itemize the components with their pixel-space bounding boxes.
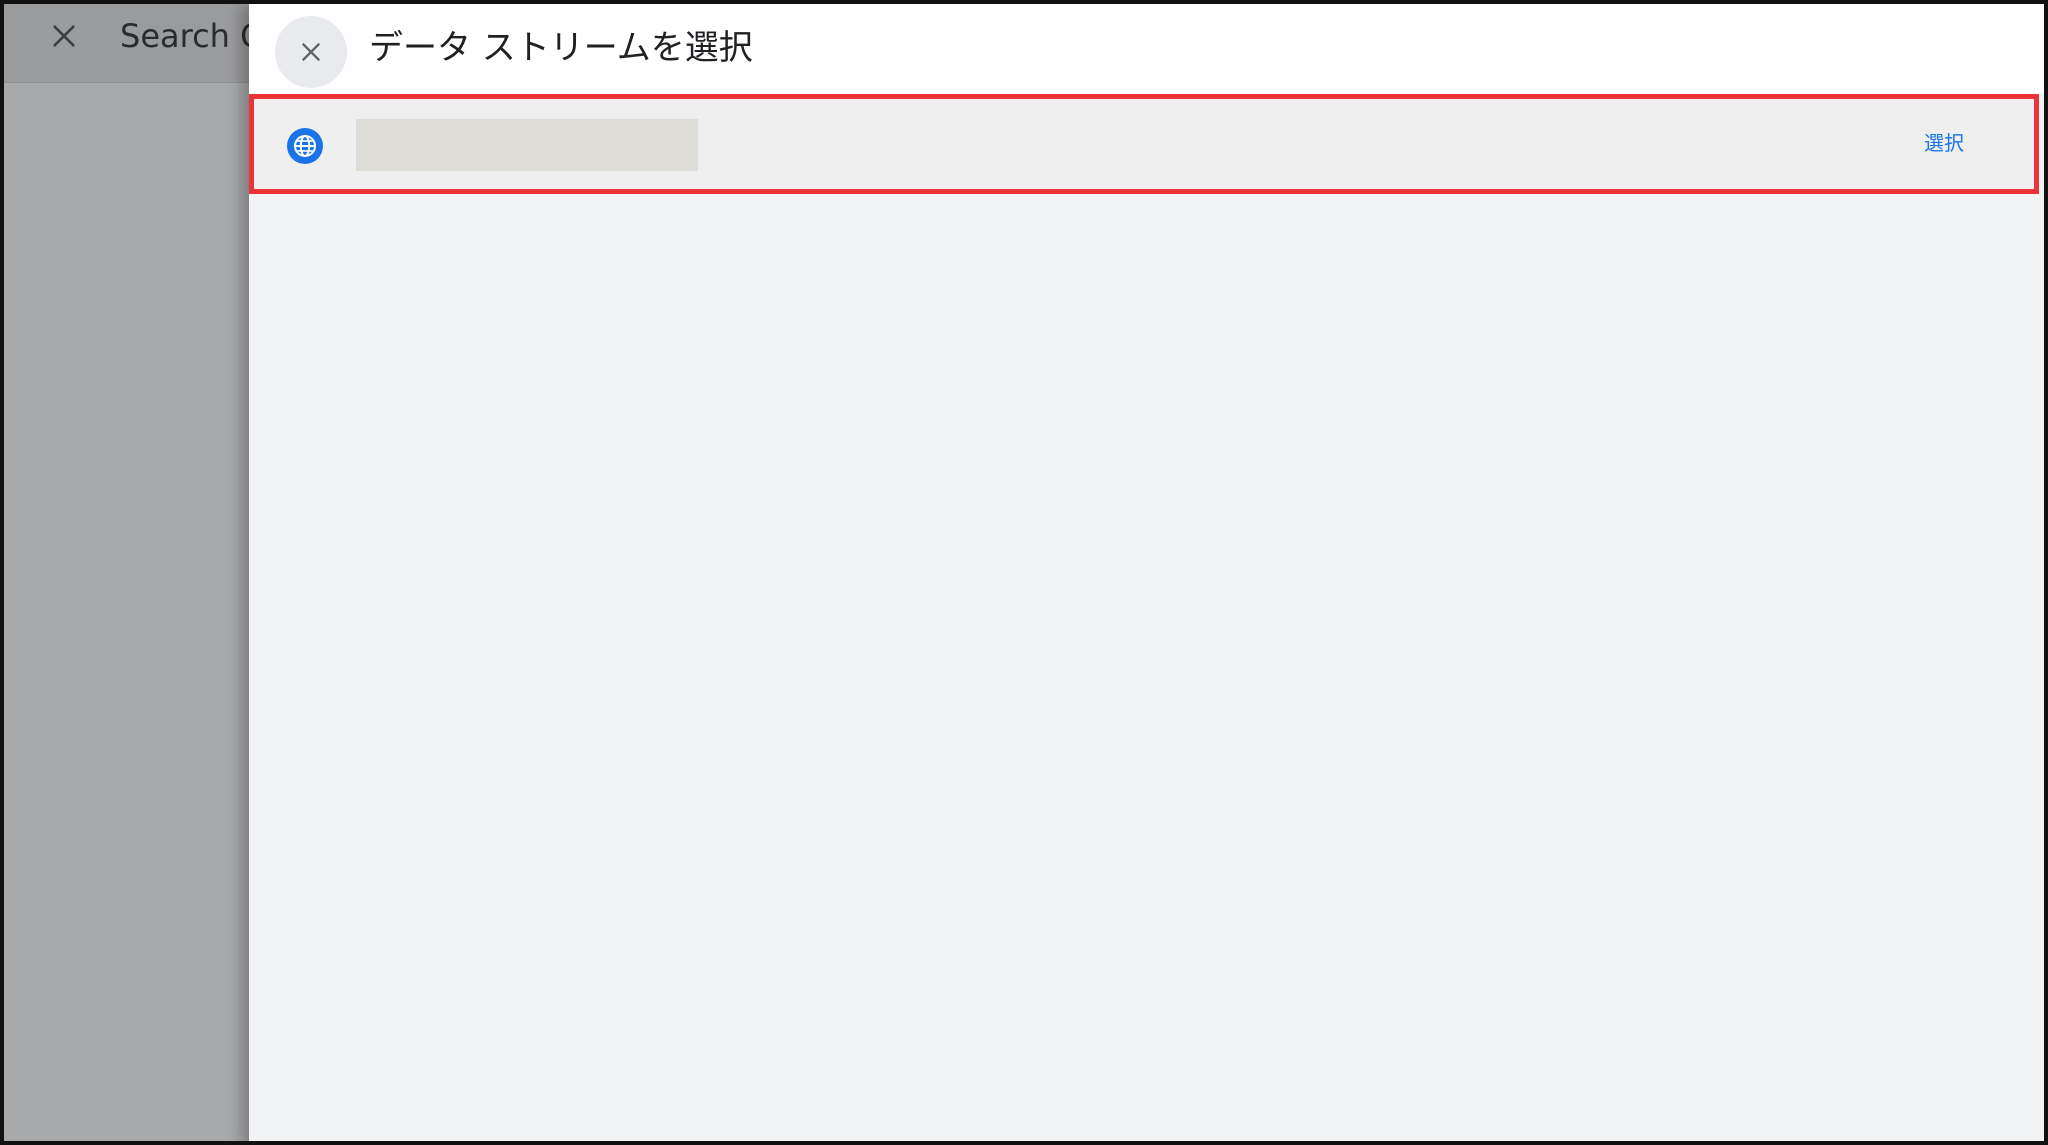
panel-title: データ ストリームを選択 bbox=[369, 28, 753, 68]
panel-close-button[interactable] bbox=[275, 16, 347, 88]
stream-name-redacted bbox=[356, 119, 698, 171]
select-data-stream-panel: データ ストリームを選択 選択 bbox=[249, 4, 2044, 1141]
screen-frame: Search C データ ストリームを選択 選択 bbox=[0, 0, 2048, 1145]
close-icon bbox=[53, 25, 75, 47]
background-page-title: Search C bbox=[120, 17, 263, 55]
select-stream-button[interactable]: 選択 bbox=[1924, 127, 1964, 159]
globe-icon bbox=[287, 128, 323, 164]
data-stream-row[interactable]: 選択 bbox=[249, 94, 2039, 194]
background-close-button[interactable] bbox=[44, 16, 84, 56]
panel-header: データ ストリームを選択 bbox=[249, 4, 2044, 94]
close-icon bbox=[302, 43, 320, 61]
